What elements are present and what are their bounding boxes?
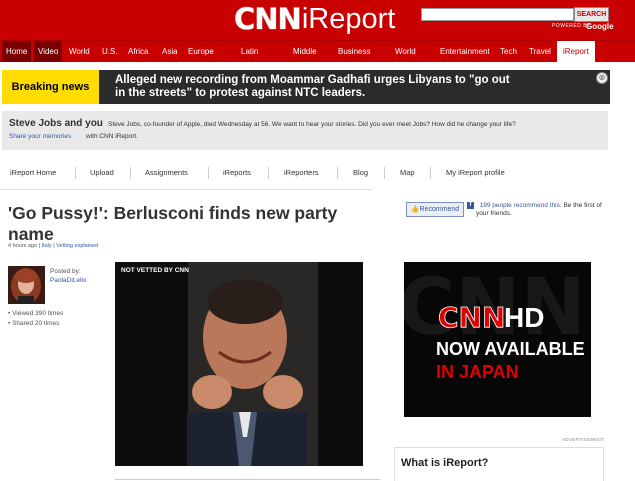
nav-world[interactable]: World (69, 41, 90, 62)
nav-travel[interactable]: Travel (529, 41, 551, 62)
nav-ireport[interactable]: iReport (557, 41, 595, 62)
ireport-subnav: iReport Home Upload Assignments iReports… (0, 163, 635, 183)
nav-tech[interactable]: Tech (500, 41, 517, 62)
subnav-ireports[interactable]: iReports (223, 163, 251, 183)
nav-latin[interactable]: Latin (241, 41, 258, 62)
nav-us[interactable]: U.S. (102, 41, 118, 62)
subnav-upload[interactable]: Upload (90, 163, 114, 183)
logo-cnn-text: CNN (234, 2, 302, 36)
cnn-hd-ad: CNN CNN HD NOW AVAILABLE IN JAPAN (404, 262, 591, 417)
article-time: 4 hours ago (8, 243, 38, 249)
ad-hd-text: HD (504, 302, 544, 333)
shared-count: • Shared 20 times (8, 320, 60, 327)
share-memories-link[interactable]: Share your memories (9, 133, 71, 140)
subnav-blog[interactable]: Blog (353, 163, 368, 183)
subnav-map[interactable]: Map (400, 163, 415, 183)
article-title: 'Go Pussy!': Berlusconi finds new party … (8, 203, 338, 244)
breaking-news-label: Breaking news (2, 70, 99, 104)
google-logo: Google (586, 22, 614, 31)
nav-home[interactable]: Home (2, 41, 32, 62)
nav-asia[interactable]: Asia (162, 41, 178, 62)
search-input[interactable] (421, 8, 574, 21)
breaking-news-headline[interactable]: Alleged new recording from Moammar Gadha… (115, 74, 515, 100)
advertisement-label: ADVERTISEMENT (562, 437, 605, 442)
facebook-icon: f (467, 202, 474, 209)
recommend-count-text: 199 people recommend this. Be the first … (476, 202, 606, 218)
subnav-divider (430, 167, 431, 179)
nav-entertainment[interactable]: Entertainment (440, 41, 490, 62)
nav-middle[interactable]: Middle (293, 41, 317, 62)
author-link[interactable]: PaolaDiLello (50, 277, 87, 284)
avatar-photo (8, 266, 45, 304)
nav-business[interactable]: Business (338, 41, 370, 62)
recommend-count[interactable]: 199 people recommend this. (480, 202, 562, 209)
article-location-link[interactable]: Italy (42, 243, 52, 249)
posted-by-label: Posted by: (50, 268, 81, 275)
subnav-divider (337, 167, 338, 179)
subnav-ireport-home[interactable]: iReport Home (10, 163, 56, 183)
subnav-assignments[interactable]: Assignments (145, 163, 188, 183)
not-vetted-label: NOT VETTED BY CNN (121, 267, 189, 274)
viewed-count: • Viewed 390 times (8, 310, 64, 317)
what-is-ireport-title: What is iReport? (401, 457, 489, 469)
subnav-divider (75, 167, 76, 179)
close-icon[interactable]: ⊗ (596, 72, 608, 84)
subnav-divider (130, 167, 131, 179)
main-nav: Home Video World U.S. Africa Asia Europe… (0, 40, 635, 62)
nav-europe[interactable]: Europe (188, 41, 214, 62)
nav-video[interactable]: Video (34, 41, 63, 62)
subnav-divider (208, 167, 209, 179)
advertisement-banner[interactable]: CNN CNN HD NOW AVAILABLE IN JAPAN (404, 262, 591, 417)
subnav-ireporters[interactable]: iReporters (284, 163, 319, 183)
cnn-ireport-logo[interactable]: CNN iReport (234, 2, 395, 36)
recommend-label: Recommend (419, 206, 460, 213)
avatar[interactable] (8, 266, 45, 304)
ad-cnn-text: CNN (438, 301, 505, 334)
promo-suffix: with CNN iReport. (86, 133, 139, 140)
article-photo[interactable] (115, 262, 363, 466)
logo-ireport-text: iReport (301, 2, 396, 35)
promo-body: Steve Jobs, co-founder of Apple, died We… (108, 121, 516, 128)
ad-line1: NOW AVAILABLE (436, 339, 585, 359)
nav-world-business[interactable]: World (395, 41, 416, 62)
vetting-explained-link[interactable]: Vetting explained (56, 243, 98, 249)
subnav-my-profile[interactable]: My iReport profile (446, 163, 505, 183)
steve-jobs-promo (2, 111, 608, 150)
promo-title: Steve Jobs and you (9, 118, 103, 129)
search-button[interactable]: SEARCH (574, 7, 609, 22)
subnav-divider (268, 167, 269, 179)
divider (0, 189, 372, 190)
nav-africa[interactable]: Africa (128, 41, 148, 62)
berlusconi-photo (115, 262, 363, 466)
ad-line2: IN JAPAN (436, 362, 519, 382)
subnav-divider (384, 167, 385, 179)
thumbs-up-icon: 👍 (410, 206, 420, 213)
article-meta: 4 hours ago | Italy | Vetting explained (8, 243, 98, 249)
recommend-button[interactable]: 👍Recommend (406, 202, 464, 217)
